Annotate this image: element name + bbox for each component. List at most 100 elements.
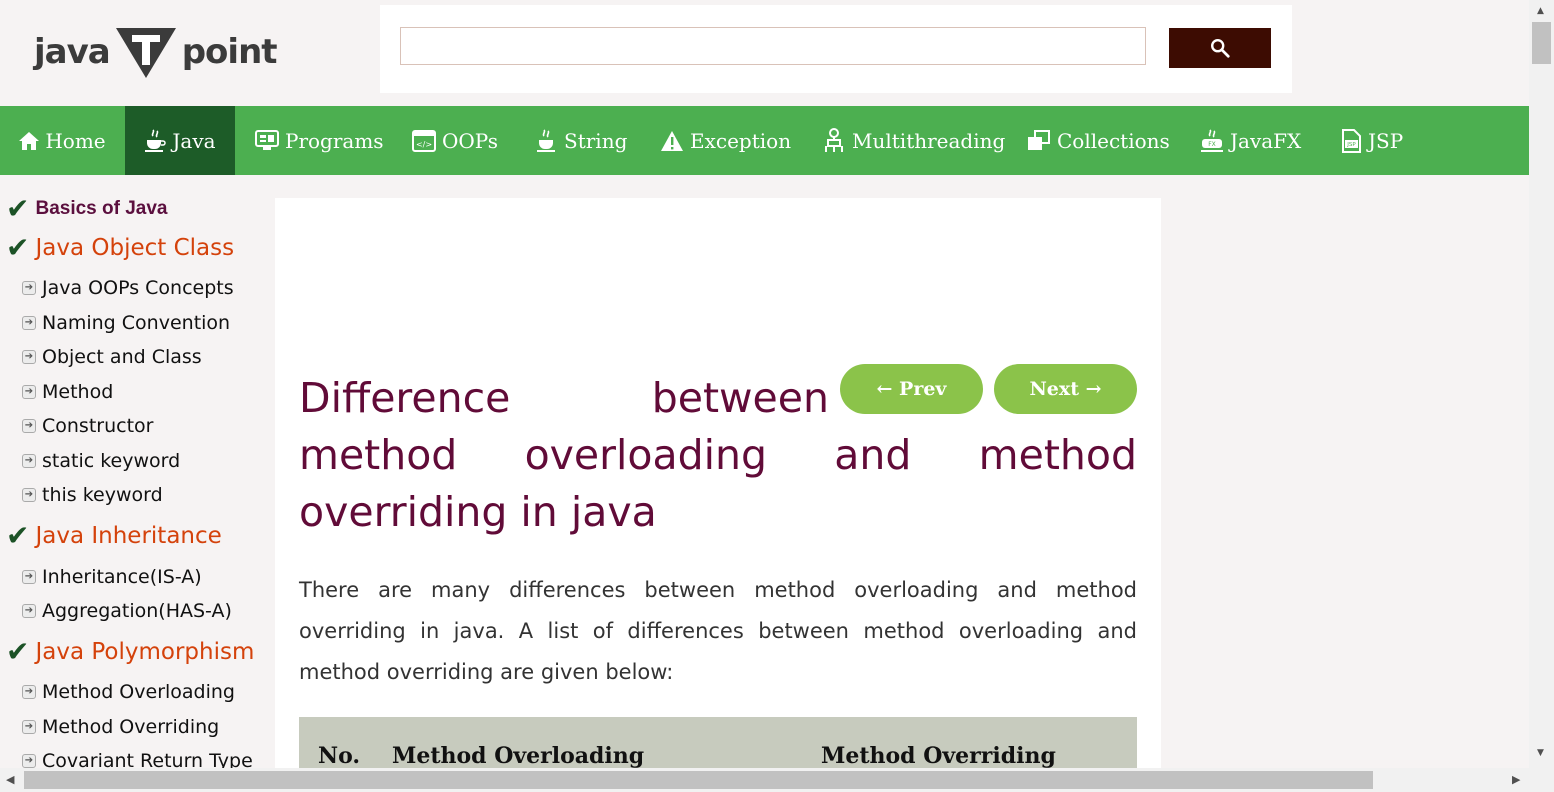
nav-item-javafx[interactable]: FX JavaFX	[1200, 106, 1301, 175]
sidebar-heading-label: Basics of Java	[35, 198, 168, 219]
nav-item-exception[interactable]: Exception	[660, 106, 791, 175]
sidebar-link[interactable]: ➔ this keyword	[22, 484, 163, 506]
arrow-right-icon: ➔	[22, 454, 36, 468]
sidebar-link[interactable]: ➔ Naming Convention	[22, 312, 230, 334]
search-input[interactable]	[400, 27, 1146, 65]
scroll-down-arrow-icon[interactable]: ▼	[1537, 748, 1544, 758]
title-word: between	[651, 374, 829, 422]
sidebar-link-label: this keyword	[42, 484, 163, 506]
nav-label: Java	[172, 128, 216, 153]
search-button[interactable]	[1169, 28, 1271, 68]
vertical-scrollbar[interactable]: ▲ ▼	[1529, 0, 1554, 768]
prev-button[interactable]: ← Prev	[840, 364, 983, 414]
sidebar-link-label: static keyword	[42, 450, 181, 472]
sidebar-link-label: Method Overloading	[42, 681, 235, 703]
sidebar-link[interactable]: ➔ Method Overloading	[22, 681, 235, 703]
arrow-right-icon: ➔	[22, 316, 36, 330]
arrow-right-icon: ➔	[22, 720, 36, 734]
column-header: No.	[318, 743, 361, 768]
home-icon	[19, 131, 40, 150]
main-nav: Home Java Programs </> OOPs String Excep…	[0, 106, 1529, 175]
scroll-right-arrow-icon[interactable]: ▶	[1512, 773, 1520, 786]
nav-label: String	[564, 128, 628, 153]
sidebar-section-java-inheritance[interactable]: ✔ Java Inheritance	[6, 522, 222, 550]
arrow-right-icon: ➔	[22, 350, 36, 364]
sidebar-section-title: Java Polymorphism	[35, 639, 255, 665]
sidebar-link-label: Aggregation(HAS-A)	[42, 600, 232, 622]
column-header: Method Overloading	[392, 743, 645, 768]
sidebar-link[interactable]: ➔ static keyword	[22, 450, 180, 472]
vertical-scroll-thumb[interactable]	[1532, 22, 1551, 64]
sidebar-link-label: Inheritance(IS-A)	[42, 566, 202, 588]
checkmark-icon: ✔	[6, 635, 30, 668]
horizontal-scrollbar[interactable]: ◀ ▶	[0, 768, 1554, 792]
nav-label: OOPs	[442, 128, 498, 153]
javafx-icon: FX	[1201, 128, 1223, 152]
nav-item-collections[interactable]: Collections	[1027, 106, 1170, 175]
sidebar-link[interactable]: ➔ Covariant Return Type	[22, 750, 253, 768]
column-header: Method Overriding	[821, 743, 1056, 768]
arrow-right-icon: ➔	[22, 754, 36, 768]
sidebar: ✔ Basics of Java ✔ Java Object Class ➔ Ja…	[0, 175, 275, 768]
sidebar-item-basics-of-java[interactable]: ✔ Basics of Java	[6, 195, 168, 223]
sidebar-link[interactable]: ➔ Inheritance(IS-A)	[22, 566, 202, 588]
warning-icon	[661, 130, 683, 151]
sidebar-link-label: Constructor	[42, 415, 154, 437]
sidebar-link-label: Naming Convention	[42, 312, 231, 334]
nav-item-programs[interactable]: Programs	[255, 106, 384, 175]
title-word: Difference	[299, 374, 511, 422]
svg-text:</>: </>	[416, 140, 432, 149]
title-line-1: Difference between	[299, 370, 829, 427]
svg-text:JSP: JSP	[1346, 142, 1356, 148]
sidebar-link[interactable]: ➔ Method	[22, 381, 113, 403]
logo-java-text: java	[34, 32, 111, 72]
sidebar-section-title: Java Inheritance	[35, 523, 222, 549]
nav-item-multithreading[interactable]: Multithreading	[822, 106, 1005, 175]
sidebar-link-label: Method Overriding	[42, 716, 220, 738]
jsp-icon: JSP	[1342, 128, 1361, 153]
arrow-right-icon: ➔	[22, 604, 36, 618]
nav-label: Exception	[690, 128, 792, 153]
arrow-right-icon: ➔	[22, 385, 36, 399]
nav-label: Home	[45, 128, 106, 153]
scroll-left-arrow-icon[interactable]: ◀	[6, 773, 14, 786]
sidebar-link-label: Java OOPs Concepts	[42, 277, 234, 299]
checkmark-icon: ✔	[6, 519, 30, 552]
collections-icon	[1028, 129, 1050, 150]
horizontal-scroll-thumb[interactable]	[24, 771, 1373, 789]
arrow-right-icon: ➔	[22, 570, 36, 584]
search-icon	[1211, 39, 1230, 58]
logo-point-text: point	[181, 32, 278, 72]
svg-text:FX: FX	[1208, 141, 1216, 148]
sidebar-link[interactable]: ➔ Object and Class	[22, 346, 202, 368]
sidebar-link[interactable]: ➔ Aggregation(HAS-A)	[22, 600, 232, 622]
scroll-up-arrow-icon[interactable]: ▲	[1537, 6, 1544, 16]
sidebar-link[interactable]: ➔ Constructor	[22, 415, 153, 437]
intro-paragraph: There are many differences between metho…	[299, 578, 1137, 684]
nav-label: JavaFX	[1230, 128, 1302, 153]
nav-label: JSP	[1368, 128, 1404, 153]
multithreading-icon	[825, 127, 843, 152]
search-bar	[380, 5, 1292, 93]
next-button[interactable]: Next →	[994, 364, 1137, 414]
sidebar-link[interactable]: ➔ Java OOPs Concepts	[22, 277, 234, 299]
sidebar-section-java-object-class[interactable]: ✔ Java Object Class	[6, 234, 234, 262]
sidebar-link-label: Method	[42, 381, 114, 403]
arrow-right-icon: ➔	[22, 488, 36, 502]
nav-label: Collections	[1057, 128, 1170, 153]
title-rest: method overloading and method overriding…	[299, 431, 1137, 536]
nav-item-java[interactable]: Java	[125, 106, 235, 175]
nav-item-oops[interactable]: </> OOPs	[412, 106, 498, 175]
nav-label: Multithreading	[852, 128, 1006, 153]
sidebar-link[interactable]: ➔ Method Overriding	[22, 716, 219, 738]
site-logo[interactable]: java point	[34, 24, 278, 80]
nav-item-string[interactable]: String	[536, 106, 627, 175]
main-content: Difference between method overloading an…	[275, 198, 1161, 768]
oops-icon: </>	[412, 129, 436, 152]
string-icon	[537, 128, 555, 152]
checkmark-icon: ✔	[6, 231, 30, 264]
nav-item-home[interactable]: Home	[0, 106, 125, 175]
sidebar-section-java-polymorphism[interactable]: ✔ Java Polymorphism	[6, 638, 254, 666]
nav-item-jsp[interactable]: JSP JSP	[1340, 106, 1403, 175]
arrow-right-icon: ➔	[22, 281, 36, 295]
